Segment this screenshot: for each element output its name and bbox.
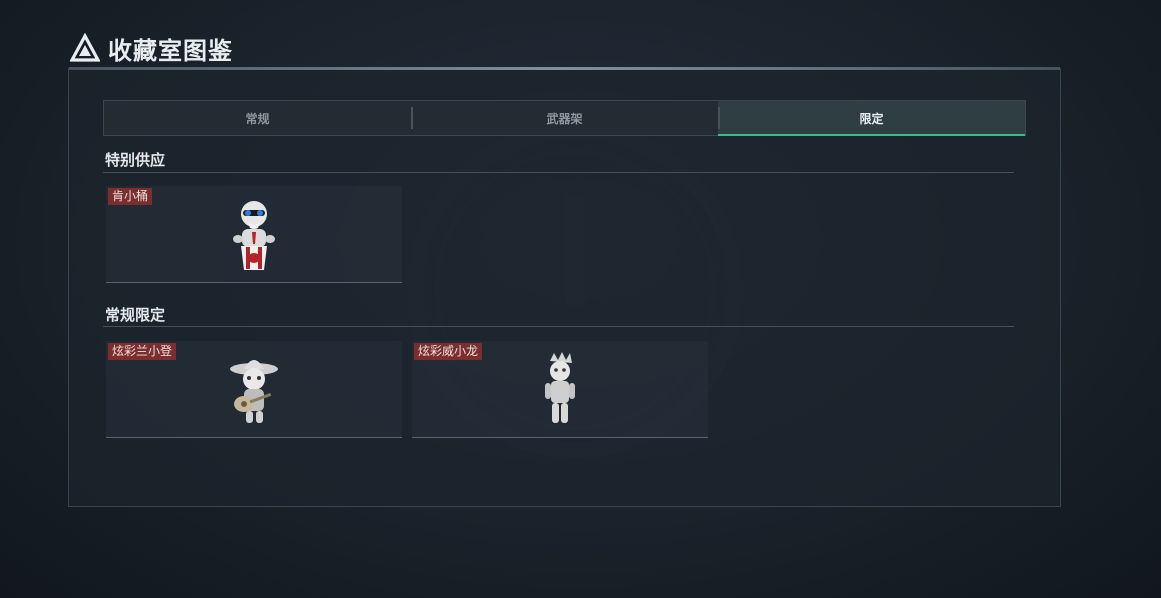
collection-card-lan-xiaodeng[interactable]: 炫彩兰小登 xyxy=(106,341,402,438)
item-name-tag: 炫彩威小龙 xyxy=(414,343,483,360)
tab-bar: 常规 武器架 限定 xyxy=(103,100,1026,136)
section-divider xyxy=(103,172,1014,173)
item-name-tag: 炫彩兰小登 xyxy=(108,343,177,360)
section-divider xyxy=(103,326,1014,327)
colonel-bucket-figure-icon xyxy=(233,201,275,270)
page-title: 收藏室图鉴 xyxy=(108,36,233,65)
tab-weapon-rack[interactable]: 武器架 xyxy=(411,101,718,135)
page-header: 收藏室图鉴 xyxy=(70,30,233,66)
collection-card-ken-bucket[interactable]: 肯小桶 xyxy=(106,186,402,283)
item-name-tag: 肯小桶 xyxy=(108,188,153,205)
panel-top-line xyxy=(69,67,1060,70)
crowned-figure-icon xyxy=(545,352,575,423)
collection-panel: 常规 武器架 限定 特别供应 肯小桶 常规限定 炫彩兰小登 炫彩威小龙 xyxy=(68,67,1061,507)
section-title-regular-limited: 常规限定 xyxy=(105,306,166,324)
collection-card-wei-xiaolong[interactable]: 炫彩威小龙 xyxy=(412,341,708,438)
tab-limited[interactable]: 限定 xyxy=(718,101,1025,136)
section-title-special-supply: 特别供应 xyxy=(105,151,166,169)
sombrero-guitar-figure-icon xyxy=(230,360,278,423)
triangle-logo-icon xyxy=(70,33,100,62)
tab-regular[interactable]: 常规 xyxy=(104,101,411,135)
